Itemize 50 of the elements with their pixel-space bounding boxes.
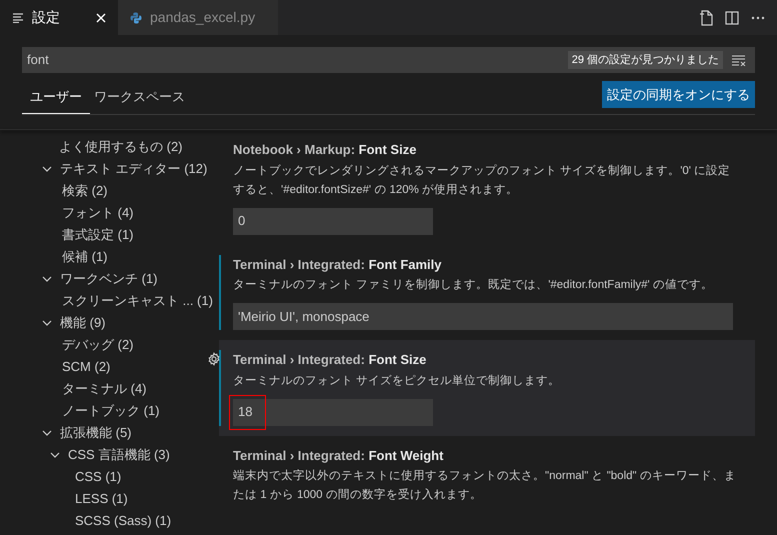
tree-item[interactable]: CSS (1) — [40, 466, 219, 488]
setting-description: ターミナルのフォント サイズをピクセル単位で制御します。 — [233, 374, 562, 388]
settings-icon[interactable] — [207, 352, 221, 366]
setting-title: Notebook › Markup: Font Size — [233, 141, 418, 159]
scope-tab[interactable]: ワークスペース — [90, 86, 189, 114]
tree-item[interactable]: フォント (4) — [40, 202, 219, 224]
tree-item[interactable]: 候補 (1) — [40, 246, 219, 268]
lines-icon — [12, 12, 24, 22]
tree-item[interactable]: テキスト エディター (12) — [40, 158, 219, 180]
python-icon — [130, 12, 142, 24]
search-text: font — [27, 51, 50, 70]
search-field[interactable]: font 29 個の設定が見つかりました — [22, 47, 755, 73]
scope-tab[interactable]: ユーザー — [22, 86, 90, 114]
tree-item[interactable]: デバッグ (2) — [40, 334, 219, 356]
tree-item[interactable]: 拡張機能 (5) — [40, 422, 219, 444]
setting-description: 端末内で太字以外のテキストに使用するフォントの太さ。"normal" と "bold" のキーワード、または 1 から 1000 の間の数字を受け入れます。 — [233, 468, 737, 503]
setting-title: Terminal › Integrated: Font Size — [233, 351, 428, 369]
tree-item[interactable]: 書式設定 (1) — [40, 224, 219, 246]
tree-item[interactable]: CSS 言語機能 (3) — [40, 444, 219, 466]
setting-description: ノートブックでレンダリングされるマークアップのフォント サイズを制御します。'0' に設定すると、'#editor.fontSize#' の 120% が使用されます。 — [233, 163, 732, 198]
more-icon[interactable] — [751, 16, 765, 20]
close-icon[interactable] — [96, 12, 106, 22]
setting-title: Terminal › Integrated: Font Family — [233, 256, 443, 274]
tree-item[interactable]: 機能 (9) — [40, 312, 219, 334]
chevron-down-icon[interactable] — [42, 166, 52, 172]
clear-filter-icon[interactable] — [731, 54, 747, 66]
split-editor-icon[interactable] — [725, 10, 739, 24]
chevron-down-icon[interactable] — [42, 320, 52, 326]
chevron-down-icon[interactable] — [42, 276, 52, 282]
tree-item[interactable]: SCM (2) — [40, 356, 219, 378]
editor-tab[interactable]: pandas_excel.py — [118, 0, 278, 35]
tree-item[interactable]: 検索 (2) — [40, 180, 219, 202]
tree-item[interactable]: LESS (1) — [40, 488, 219, 510]
setting-description: ターミナルのフォント ファミリを制御します。既定では、'#editor.fontFamily#' の値です。 — [233, 278, 714, 293]
sync-button[interactable]: 設定の同期をオンにする — [602, 81, 755, 108]
tree-item[interactable]: SCSS (Sass) (1) — [40, 510, 219, 532]
chevron-down-icon[interactable] — [42, 430, 52, 436]
value-field[interactable]: 'Meirio UI', monospace — [233, 303, 733, 330]
result-count: 29 個の設定が見つかりました — [568, 50, 723, 70]
tree-item[interactable]: ワークベンチ (1) — [40, 268, 219, 290]
tree-item[interactable]: ターミナル (4) — [40, 378, 219, 400]
chevron-down-icon[interactable] — [50, 452, 60, 458]
tree-item[interactable]: スクリーンキャスト ... (1) — [40, 290, 219, 312]
value-field[interactable]: 18 — [233, 398, 433, 426]
open-file-icon[interactable] — [699, 10, 713, 26]
editor-tab[interactable]: 設定 — [0, 0, 118, 35]
setting-title: Terminal › Integrated: Font Weight — [233, 446, 444, 465]
tree-item[interactable]: よく使用するもの (2) — [40, 136, 219, 158]
tree-item[interactable]: ノートブック (1) — [40, 400, 219, 422]
value-field[interactable]: 0 — [233, 208, 433, 234]
